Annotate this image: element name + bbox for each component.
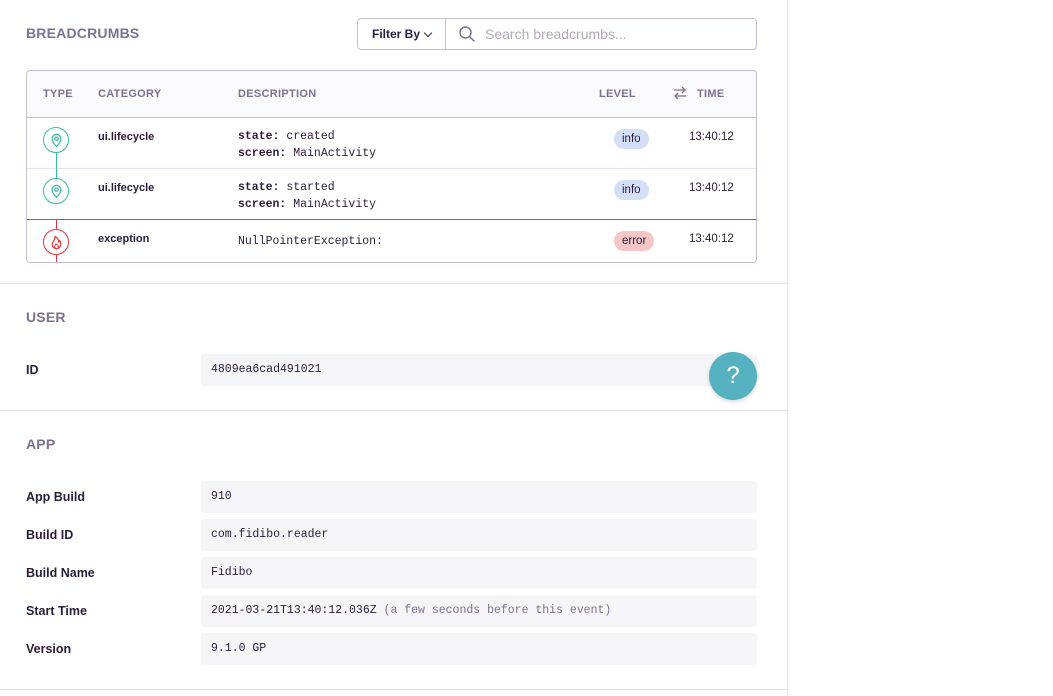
sort-swap-icon[interactable] — [672, 85, 688, 104]
timeline-connector — [56, 169, 57, 178]
breadcrumb-description: NullPointerException: — [238, 235, 383, 248]
filter-by-label: Filter By — [371, 27, 420, 41]
user-id-value: 4809ea6cad491021 — [201, 354, 757, 386]
chevron-down-icon — [423, 28, 433, 37]
breadcrumb-row: ui.lifecycle state: started screen: Main… — [27, 169, 756, 220]
desc-value: created — [286, 130, 335, 143]
column-description: DESCRIPTION — [238, 88, 317, 100]
build-name-value: Fidibo — [201, 557, 757, 589]
app-section-title: APP — [26, 436, 56, 452]
search-breadcrumbs-input[interactable] — [485, 26, 745, 42]
location-pin-icon — [43, 127, 69, 153]
location-pin-icon — [43, 178, 69, 204]
desc-value: MainActivity — [293, 147, 377, 160]
desc-key: screen: — [238, 147, 287, 160]
desc-key: screen: — [238, 198, 287, 211]
start-time-field: 2021-03-21T13:40:12.036Z (a few seconds … — [201, 595, 757, 627]
section-divider — [0, 410, 787, 411]
start-time-label: Start Time — [26, 604, 87, 618]
breadcrumb-row: ui.lifecycle state: created screen: Main… — [27, 118, 756, 169]
version-value: 9.1.0 GP — [201, 633, 757, 665]
breadcrumb-row: exception NullPointerException: error 13… — [27, 219, 756, 262]
desc-key: state: — [238, 130, 280, 143]
help-icon: ? — [726, 362, 740, 389]
desc-value: MainActivity — [293, 198, 377, 211]
level-badge: error — [614, 231, 655, 251]
breadcrumb-time: 13:40:12 — [689, 182, 734, 194]
breadcrumb-description: state: started screen: MainActivity — [238, 179, 376, 213]
column-type: TYPE — [43, 88, 73, 100]
build-id-value: com.fidibo.reader — [201, 519, 757, 551]
timeline-connector — [56, 153, 57, 169]
filter-by-button[interactable]: Filter By — [358, 19, 446, 49]
column-level: LEVEL — [599, 88, 636, 100]
user-id-label: ID — [26, 363, 39, 377]
user-section-title: USER — [26, 309, 66, 325]
breadcrumbs-title: BREADCRUMBS — [26, 25, 140, 41]
version-label: Version — [26, 642, 72, 656]
search-icon — [459, 26, 475, 42]
breadcrumb-category: ui.lifecycle — [98, 182, 155, 194]
section-divider — [0, 283, 787, 284]
help-button[interactable]: ? — [709, 352, 757, 400]
app-build-value: 910 — [201, 481, 757, 513]
event-details-panel: BREADCRUMBS Filter By TYPE CATEGORY DESC… — [0, 0, 788, 696]
breadcrumb-time: 13:40:12 — [689, 131, 734, 143]
breadcrumb-description: state: created screen: MainActivity — [238, 128, 376, 162]
level-badge: info — [614, 129, 649, 149]
start-time-value: 2021-03-21T13:40:12.036Z — [211, 604, 377, 617]
breadcrumb-filter-search: Filter By — [357, 18, 757, 50]
desc-key: state: — [238, 181, 280, 194]
breadcrumb-time: 13:40:12 — [689, 233, 734, 245]
timeline-connector — [56, 220, 57, 229]
column-time: TIME — [697, 88, 725, 100]
breadcrumb-category: ui.lifecycle — [98, 131, 155, 143]
column-category: CATEGORY — [98, 88, 162, 100]
section-divider — [0, 689, 787, 690]
level-badge: info — [614, 180, 649, 200]
breadcrumb-category: exception — [98, 233, 150, 245]
timeline-connector — [56, 255, 57, 262]
fire-icon — [43, 229, 69, 255]
breadcrumbs-table-header: TYPE CATEGORY DESCRIPTION LEVEL TIME — [27, 71, 756, 118]
build-id-label: Build ID — [26, 528, 74, 542]
build-name-label: Build Name — [26, 566, 95, 580]
desc-value: started — [286, 181, 335, 194]
app-build-label: App Build — [26, 490, 86, 504]
breadcrumbs-table: TYPE CATEGORY DESCRIPTION LEVEL TIME ui.… — [26, 70, 757, 263]
start-time-note: (a few seconds before this event) — [383, 604, 612, 617]
search-wrap — [446, 19, 756, 49]
